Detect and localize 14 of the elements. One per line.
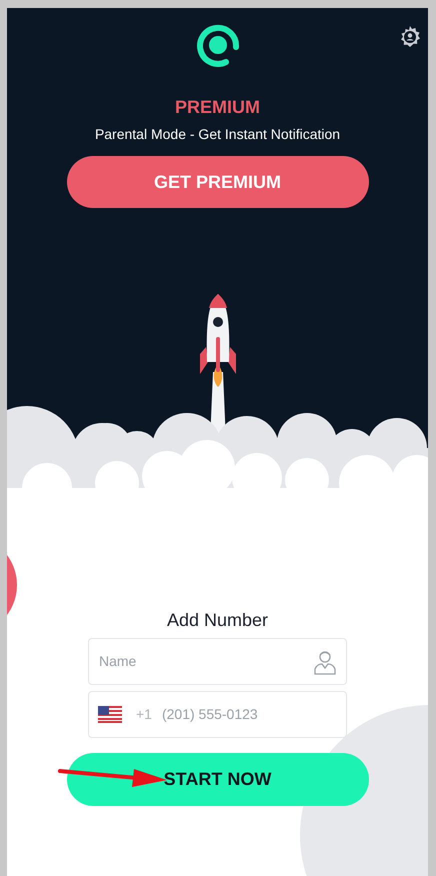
phone-number-input[interactable]: (201) 555-0123 [162,704,337,725]
name-field[interactable]: Name [88,638,347,685]
name-input[interactable]: Name [99,651,314,672]
premium-title: PREMIUM [175,96,260,119]
form-title: Add Number [166,609,268,632]
subtitle: Parental Mode - Get Instant Notification [94,125,340,143]
phone-field[interactable]: +1 (201) 555-0123 [88,691,347,738]
start-now-button[interactable]: START NOW [66,753,368,806]
settings-icon[interactable] [398,25,422,49]
get-premium-button[interactable]: GET PREMIUM [66,156,368,208]
flag-icon [98,706,122,723]
logo-icon [196,23,240,67]
person-icon [314,648,336,674]
dial-code: +1 [136,705,152,724]
